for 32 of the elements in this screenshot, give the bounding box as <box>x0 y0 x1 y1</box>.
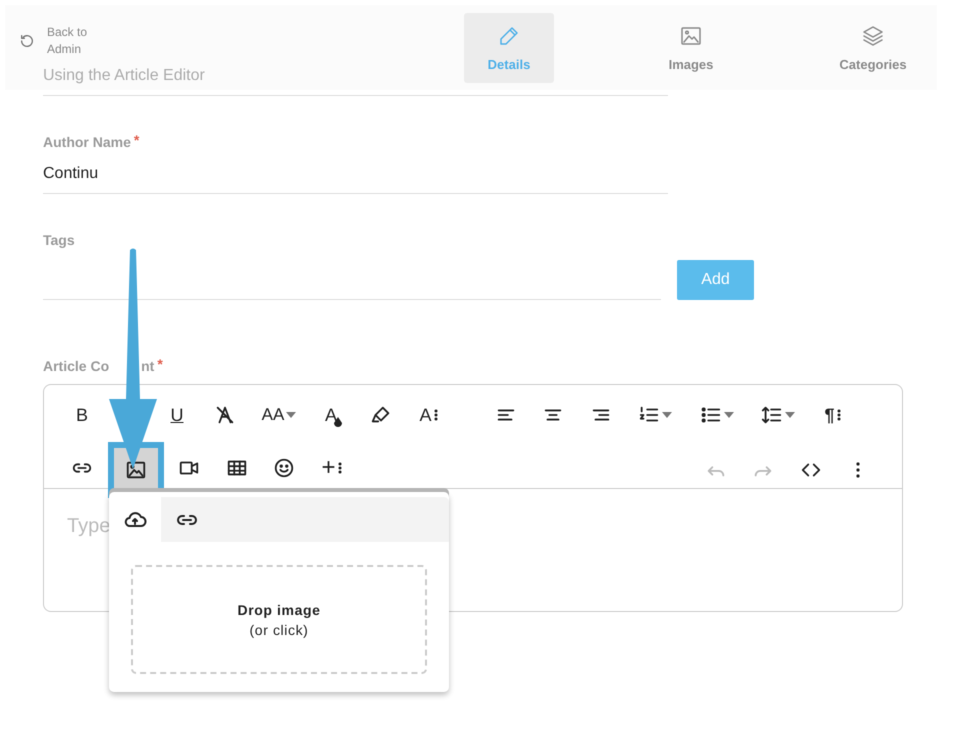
editor-placeholder: Type <box>67 515 110 537</box>
layers-icon <box>861 24 885 48</box>
size-button[interactable]: AA <box>250 395 308 435</box>
more-icon <box>856 462 860 478</box>
color-button[interactable]: A <box>312 395 356 435</box>
line-height-icon <box>761 404 783 426</box>
image-icon <box>124 459 146 481</box>
bold-button[interactable]: B <box>60 395 104 435</box>
field-label: Article Co <box>43 358 110 374</box>
dropzone-title: Drop image <box>237 602 320 618</box>
text-field[interactable]: Continu <box>43 154 668 194</box>
insert-button[interactable]: + <box>310 448 354 488</box>
caret-icon <box>662 412 672 418</box>
clear-format-icon <box>214 404 236 426</box>
image-dropzone[interactable]: Drop image (or click) <box>131 565 427 674</box>
field-label: Author Name <box>43 134 131 150</box>
caret-icon <box>785 412 795 418</box>
smiley-icon <box>273 457 295 479</box>
underline-button[interactable]: U <box>155 395 199 435</box>
caret-icon <box>286 412 296 418</box>
field-label: Tags <box>43 232 75 248</box>
dropzone-hint: (or click) <box>250 622 308 638</box>
refresh-icon <box>19 32 35 48</box>
dots-icon <box>836 409 840 421</box>
dots-icon <box>338 462 342 474</box>
font-button[interactable]: A <box>406 395 450 435</box>
paragraph-button[interactable]: ¶ <box>810 395 854 435</box>
dots-icon <box>434 409 438 421</box>
required-asterisk: * <box>157 358 163 374</box>
caret-icon <box>724 412 734 418</box>
required-asterisk: * <box>134 134 140 146</box>
field-label: nt <box>141 358 154 374</box>
